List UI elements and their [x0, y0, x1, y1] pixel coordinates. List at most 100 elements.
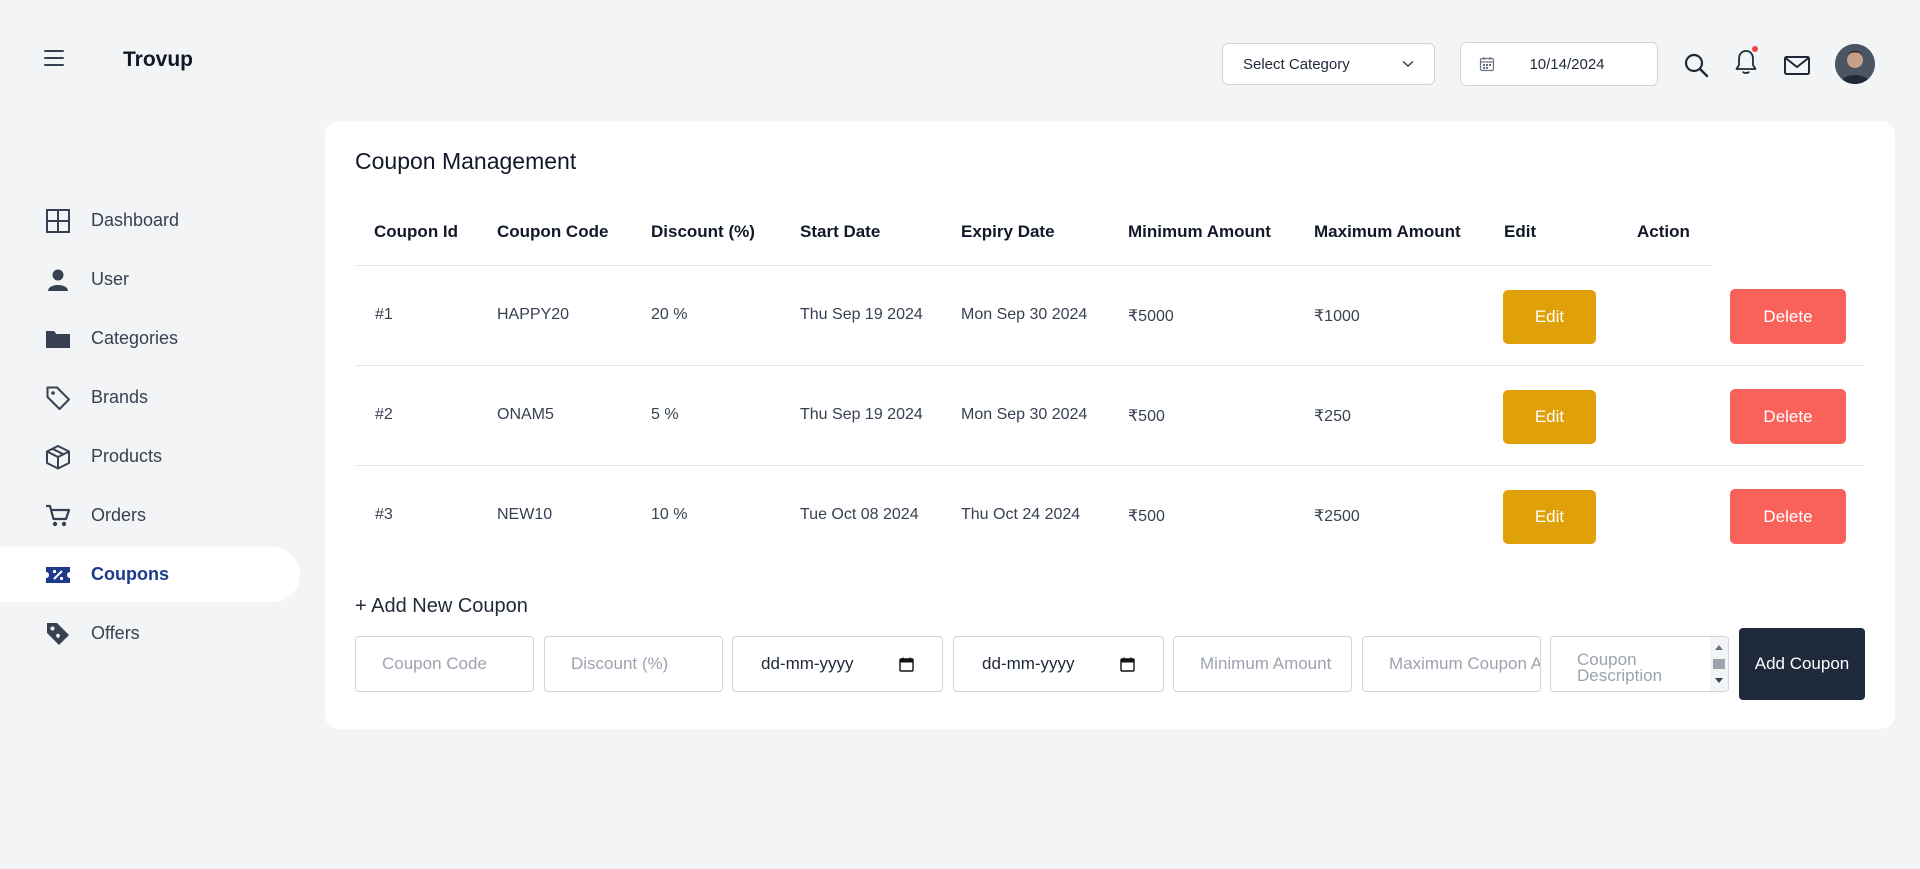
coupon-code-input[interactable]: Coupon Code — [355, 636, 534, 692]
avatar[interactable] — [1835, 44, 1875, 84]
notification-badge — [1752, 46, 1758, 52]
edit-button[interactable]: Edit — [1503, 390, 1596, 444]
notification-button[interactable] — [1732, 46, 1760, 75]
coupon-expiry-date: Thu Oct 24 2024 — [961, 506, 1081, 523]
sidebar-item-offers[interactable]: Offers — [0, 606, 300, 661]
expiry-date-input[interactable]: dd-mm-yyyy — [953, 636, 1164, 692]
grid-icon — [46, 208, 70, 233]
date-placeholder: dd-mm-yyyy — [982, 654, 1075, 673]
category-select-value: Select Category — [1243, 55, 1350, 73]
calendar-icon — [899, 657, 914, 672]
discount-input[interactable]: Discount (%) — [544, 636, 723, 692]
coupon-code: NEW10 — [497, 506, 553, 523]
coupon-discount: 5 % — [651, 406, 679, 423]
date-picker[interactable]: 10/14/2024 — [1460, 42, 1658, 86]
page-title: Coupon Management — [355, 148, 577, 174]
table-row: #1 HAPPY20 20 % Thu Sep 19 2024 Mon Sep … — [355, 266, 1865, 366]
coupon-expiry-date: Mon Sep 30 2024 — [961, 406, 1088, 423]
offer-tag-icon — [47, 622, 69, 645]
coupon-minimum: ₹5000 — [1128, 308, 1174, 325]
menu-toggle-button[interactable] — [44, 50, 64, 66]
sidebar-item-brands[interactable]: Brands — [0, 370, 300, 425]
coupon-discount: 10 % — [651, 506, 688, 523]
column-header: Action — [1637, 222, 1690, 241]
coupon-maximum: ₹1000 — [1314, 308, 1360, 325]
folder-icon — [46, 330, 70, 348]
sidebar-item-coupons[interactable]: Coupons — [0, 547, 300, 602]
textarea-scrollbar[interactable] — [1710, 637, 1728, 691]
coupon-expiry-date: Mon Sep 30 2024 — [961, 306, 1088, 323]
delete-button[interactable]: Delete — [1730, 289, 1846, 344]
user-icon — [48, 269, 68, 291]
calendar-icon — [1120, 657, 1135, 672]
column-header: Coupon Code — [497, 222, 609, 241]
sidebar-item-orders[interactable]: Orders — [0, 488, 300, 543]
sidebar-item-categories[interactable]: Categories — [0, 311, 300, 366]
user-avatar-image — [1835, 44, 1875, 84]
date-placeholder: dd-mm-yyyy — [761, 654, 854, 673]
coupon-discount: 20 % — [651, 306, 688, 323]
menu-line — [44, 50, 64, 52]
add-coupon-button[interactable]: Add Coupon — [1739, 628, 1865, 700]
sidebar-item-label: Categories — [91, 328, 179, 348]
start-date-input[interactable]: dd-mm-yyyy — [732, 636, 943, 692]
calendar-icon — [1479, 57, 1495, 72]
sidebar-item-label: Offers — [91, 623, 140, 643]
search-button[interactable] — [1682, 50, 1710, 78]
coupon-icon — [46, 566, 70, 583]
table-header: Coupon Id Coupon Code Discount (%) Start… — [355, 201, 1713, 266]
column-header: Start Date — [800, 222, 881, 241]
placeholder: Discount (%) — [571, 654, 669, 673]
coupon-start-date: Thu Sep 19 2024 — [800, 306, 923, 323]
column-header: Maximum Amount — [1314, 222, 1461, 241]
coupon-minimum: ₹500 — [1128, 408, 1165, 425]
coupon-code: ONAM5 — [497, 406, 554, 423]
scroll-arrows-icon — [1713, 645, 1725, 683]
menu-line — [44, 57, 64, 59]
coupon-id: #1 — [375, 306, 393, 323]
edit-button[interactable]: Edit — [1503, 490, 1596, 544]
coupon-start-date: Thu Sep 19 2024 — [800, 406, 923, 423]
add-new-coupon-link[interactable]: + Add New Coupon — [355, 595, 528, 618]
sidebar-item-products[interactable]: Products — [0, 429, 300, 484]
mail-icon — [1784, 56, 1810, 75]
placeholder: Minimum Amount — [1200, 654, 1332, 673]
sidebar-item-label: User — [91, 269, 130, 289]
column-header: Coupon Id — [374, 222, 459, 241]
messages-button[interactable] — [1783, 54, 1811, 82]
coupon-start-date: Tue Oct 08 2024 — [800, 506, 919, 523]
sidebar-item-user[interactable]: User — [0, 252, 300, 307]
brand-name: Trovup — [123, 48, 194, 71]
tag-icon — [46, 386, 70, 410]
delete-button[interactable]: Delete — [1730, 489, 1846, 544]
date-value: 10/14/2024 — [1529, 55, 1605, 73]
coupon-description-textarea[interactable]: Coupon Description — [1550, 636, 1729, 692]
sidebar: Dashboard User Categories Brands Product… — [0, 193, 300, 665]
sidebar-item-label: Products — [91, 446, 163, 466]
table-row: #2 ONAM5 5 % Thu Sep 19 2024 Mon Sep 30 … — [355, 366, 1865, 466]
box-icon — [46, 444, 70, 469]
search-icon — [1684, 53, 1709, 78]
column-header: Expiry Date — [961, 222, 1055, 241]
coupon-management-card: Coupon Management Coupon Id Coupon Code … — [325, 121, 1895, 729]
sidebar-item-dashboard[interactable]: Dashboard — [0, 193, 300, 248]
cart-icon — [46, 504, 71, 526]
table-row: #3 NEW10 10 % Tue Oct 08 2024 Thu Oct 24… — [355, 466, 1865, 566]
coupon-maximum: ₹250 — [1314, 408, 1351, 425]
coupon-maximum: ₹2500 — [1314, 508, 1360, 525]
edit-button[interactable]: Edit — [1503, 290, 1596, 344]
column-header: Minimum Amount — [1128, 222, 1271, 241]
column-header: Edit — [1504, 222, 1537, 241]
delete-button[interactable]: Delete — [1730, 389, 1846, 444]
menu-line — [44, 64, 64, 66]
coupon-minimum: ₹500 — [1128, 508, 1165, 525]
coupon-code: HAPPY20 — [497, 306, 570, 323]
category-select[interactable]: Select Category — [1222, 43, 1435, 85]
minimum-amount-input[interactable]: Minimum Amount — [1173, 636, 1352, 692]
sidebar-item-label: Orders — [91, 505, 147, 525]
placeholder: Maximum Coupon Amount — [1389, 654, 1541, 673]
coupon-id: #2 — [375, 406, 393, 423]
placeholder: Coupon Code — [382, 654, 487, 673]
maximum-amount-input[interactable]: Maximum Coupon Amount — [1362, 636, 1541, 692]
sidebar-item-label: Dashboard — [91, 210, 180, 230]
